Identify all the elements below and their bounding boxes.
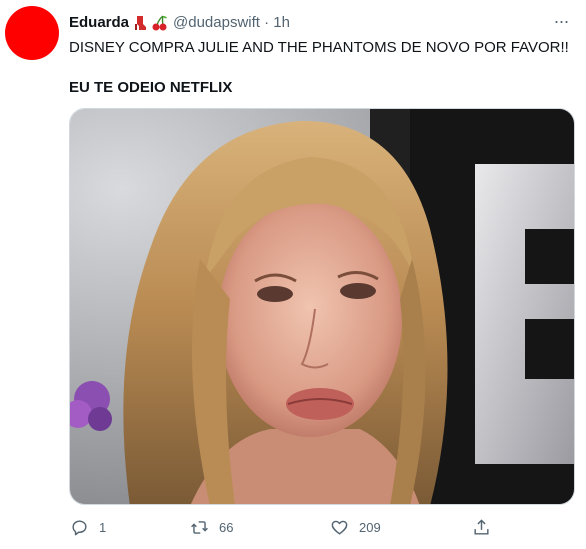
author-name[interactable]: Eduarda	[69, 13, 129, 33]
reply-count: 1	[99, 519, 107, 535]
tweet-photo[interactable]	[69, 108, 575, 505]
tweet-text-line2: EU TE ODEIO NETFLIX	[69, 79, 233, 96]
retweet-icon	[191, 520, 208, 534]
share-icon	[474, 518, 489, 535]
tweet-actions: 1 66 209	[64, 512, 504, 542]
tweet-header: Eduarda @dudapswift · 1h	[69, 13, 290, 33]
retweet-button[interactable]: 66	[190, 512, 233, 542]
like-count: 209	[359, 519, 381, 535]
handle-and-time[interactable]: @dudapswift · 1h	[173, 13, 290, 33]
cherries-icon	[151, 15, 169, 31]
avatar[interactable]	[5, 6, 59, 60]
share-button[interactable]	[472, 512, 491, 542]
tweet-text-line1: DISNEY COMPRA JULIE AND THE PHANTOMS DE …	[69, 39, 569, 56]
more-options-icon[interactable]: ···	[550, 10, 572, 32]
like-icon	[331, 520, 348, 535]
retweet-count: 66	[219, 519, 234, 535]
reply-icon	[72, 519, 87, 535]
reply-button[interactable]: 1	[70, 512, 106, 542]
high-heel-boot-icon	[133, 15, 147, 31]
tweet-card[interactable]: Eduarda @dudapswift · 1h ··· DISNEY COMP…	[0, 0, 586, 549]
like-button[interactable]: 209	[330, 512, 381, 542]
